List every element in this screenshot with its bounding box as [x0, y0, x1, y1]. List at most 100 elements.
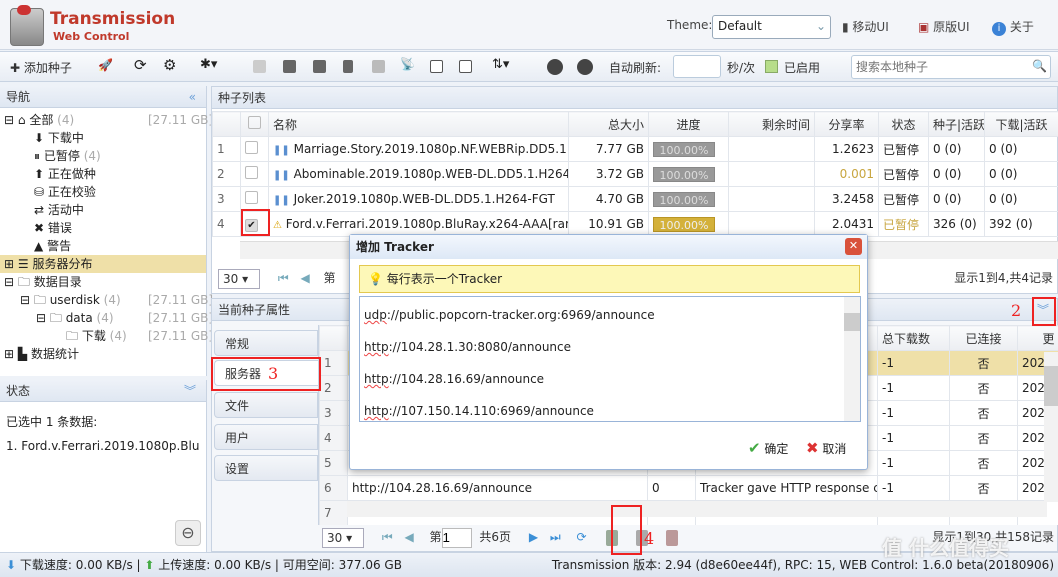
- total-downloads: -1: [877, 425, 950, 451]
- collapse-properties-icon[interactable]: ︾: [1037, 299, 1049, 321]
- table-row[interactable]: 2 ❚❚ Abominable.2019.1080p.WEB-DL.DD5.1.…: [212, 161, 1058, 187]
- col-updated[interactable]: 更: [1017, 325, 1058, 351]
- total-downloads: -1: [877, 450, 950, 476]
- nav-header: 导航 «: [0, 86, 206, 108]
- tab-peers[interactable]: 用户: [214, 424, 318, 450]
- select-all-checkbox[interactable]: [248, 116, 261, 129]
- scroll-thumb[interactable]: [1044, 366, 1058, 406]
- page-size-select[interactable]: 30 ▾: [218, 268, 260, 289]
- tab-trackers[interactable]: 服务器: [214, 360, 318, 386]
- close-icon[interactable]: ✕: [845, 238, 862, 255]
- col-peers[interactable]: 下载|活跃: [984, 111, 1058, 137]
- nav-item-active[interactable]: ⇄ 活动中: [0, 201, 206, 219]
- row-checkbox[interactable]: ✔: [245, 218, 258, 232]
- nav-item-userdisk[interactable]: ⊟ 🗀 userdisk (4) [27.11 GB]: [0, 291, 213, 309]
- nav-item-downloading[interactable]: ⬇ 下载中: [0, 129, 206, 147]
- tracker-vscrollbar[interactable]: [1044, 352, 1058, 502]
- tracker-hscrollbar[interactable]: [347, 501, 1047, 517]
- add-torrent-button[interactable]: ✚ 添加种子: [10, 59, 72, 76]
- nav-item-data[interactable]: ⊟ 🗀 data (4) [27.11 GB]: [0, 309, 213, 327]
- nav-item-stats[interactable]: ⊞ ▙ 数据统计: [0, 345, 206, 363]
- tracker-page-size-select[interactable]: 30 ▾: [322, 527, 364, 548]
- textarea-scroll-thumb[interactable]: [844, 313, 860, 331]
- nav-item-servers[interactable]: ⊞ ☰ 服务器分布: [0, 255, 206, 273]
- cancel-icon: ✖: [806, 439, 819, 457]
- label: 数据统计: [30, 347, 79, 361]
- col-seeds[interactable]: 种子|活跃: [928, 111, 985, 137]
- cancel-button[interactable]: ✖ 取消: [806, 439, 846, 457]
- reload-icon[interactable]: ⟳: [577, 530, 587, 544]
- textarea-scrollbar[interactable]: [844, 297, 860, 421]
- start-all-icon[interactable]: [547, 59, 563, 75]
- first-page-icon[interactable]: ⏮: [278, 271, 289, 285]
- table-row[interactable]: 4 ✔ ⚠ Ford.v.Ferrari.2019.1080p.BluRay.x…: [212, 211, 1058, 237]
- col-ratio[interactable]: 分享率: [814, 111, 879, 137]
- remove-button[interactable]: ⊖: [175, 520, 201, 546]
- pause-icon[interactable]: [283, 60, 296, 73]
- rocket-icon[interactable]: 🚀: [98, 58, 113, 72]
- expand-icon[interactable]: ︾: [184, 380, 196, 402]
- col-remaining[interactable]: 剩余时间: [728, 111, 815, 137]
- nav-item-all[interactable]: ⊟ ⌂ 全部 (4) [27.11 GB]: [0, 111, 213, 129]
- about-link[interactable]: i 关于: [992, 18, 1034, 36]
- nav-item-data-dir[interactable]: ⊟ 🗀 数据目录: [0, 273, 206, 291]
- status-header: 状态 ︾: [0, 380, 206, 402]
- nav-item-checking[interactable]: ⛁ 正在校验: [0, 183, 206, 201]
- gear-icon[interactable]: ⚙: [163, 56, 176, 74]
- col-connected[interactable]: 已连接: [949, 325, 1018, 351]
- row-checkbox[interactable]: [245, 191, 258, 204]
- refresh-interval-input[interactable]: [673, 55, 721, 78]
- tab-general[interactable]: 常规: [214, 330, 318, 356]
- refresh-icon[interactable]: ⟳: [134, 56, 147, 74]
- nav-item-seeding[interactable]: ⬆ 正在做种: [0, 165, 206, 183]
- col-status[interactable]: 状态: [878, 111, 929, 137]
- plugin-menu-icon[interactable]: ✱▾: [200, 57, 217, 72]
- tab-settings[interactable]: 设置: [214, 455, 318, 481]
- search-input[interactable]: [851, 55, 1051, 79]
- nav-item-download-folder[interactable]: 🗀 下载 (4) [27.11 GB]: [0, 327, 213, 345]
- col-progress[interactable]: 进度: [648, 111, 729, 137]
- ratio: 3.2458: [814, 186, 879, 212]
- sort-menu-icon[interactable]: ⇅▾: [492, 57, 509, 72]
- nav-item-warning[interactable]: ▲ 警告: [0, 237, 206, 255]
- ok-button[interactable]: ✔ 确定: [748, 439, 788, 457]
- next-page-icon[interactable]: ▶: [529, 530, 538, 544]
- delete-icon[interactable]: [343, 60, 353, 73]
- row-checkbox[interactable]: [245, 166, 258, 179]
- verify-icon[interactable]: [372, 60, 385, 73]
- collapse-icon[interactable]: «: [189, 86, 196, 108]
- theme-select[interactable]: Default ⌄: [712, 15, 831, 39]
- tracker-textarea[interactable]: udp://public.popcorn-tracker.org:6969/an…: [359, 296, 861, 422]
- original-ui-link[interactable]: ▣ 原版UI: [918, 18, 970, 35]
- first-page-icon[interactable]: ⏮: [382, 530, 393, 544]
- paused-icon: ❚❚: [273, 170, 290, 181]
- move-icon[interactable]: [459, 60, 472, 73]
- start-icon[interactable]: [253, 60, 266, 73]
- mobile-ui-link[interactable]: ▮ 移动UI: [842, 18, 889, 35]
- last-page-icon[interactable]: ⏭: [550, 530, 561, 544]
- col-name[interactable]: 名称: [268, 111, 569, 137]
- check-icon: ⛁: [34, 185, 45, 199]
- add-tracker-icon[interactable]: [606, 529, 619, 546]
- prev-page-icon[interactable]: ◀: [404, 530, 413, 544]
- nav-item-error[interactable]: ✖ 错误: [0, 219, 206, 237]
- pause-all-icon[interactable]: [577, 59, 593, 75]
- enabled-checkbox[interactable]: [765, 60, 778, 73]
- status-panel: 状态 ︾ 已选中 1 条数据: 1. Ford.v.Ferrari.2019.10…: [0, 380, 207, 552]
- reannounce-icon[interactable]: 📡: [400, 57, 415, 71]
- app-subtitle: Web Control: [53, 30, 130, 43]
- table-row[interactable]: 1 ❚❚ Marriage.Story.2019.1080p.NF.WEBRip…: [212, 136, 1058, 162]
- col-size[interactable]: 总大小: [568, 111, 649, 137]
- col-total-downloads[interactable]: 总下载数: [877, 325, 950, 351]
- remove-tracker-icon[interactable]: [666, 529, 679, 546]
- page-number-input[interactable]: [441, 527, 472, 548]
- edit-icon[interactable]: [313, 60, 326, 73]
- row-checkbox[interactable]: [245, 141, 258, 154]
- nav-item-paused[interactable]: ⏸ 已暂停 (4): [0, 147, 206, 165]
- tracker-row[interactable]: 6 http://104.28.16.69/announce 0 Tracker…: [319, 475, 1058, 501]
- prev-page-icon[interactable]: ◀: [300, 271, 309, 285]
- tab-files[interactable]: 文件: [214, 392, 318, 418]
- label: 已暂停: [43, 149, 80, 163]
- table-row[interactable]: 3 ❚❚ Joker.2019.1080p.WEB-DL.DD5.1.H264-…: [212, 186, 1058, 212]
- list-icon[interactable]: [430, 60, 443, 73]
